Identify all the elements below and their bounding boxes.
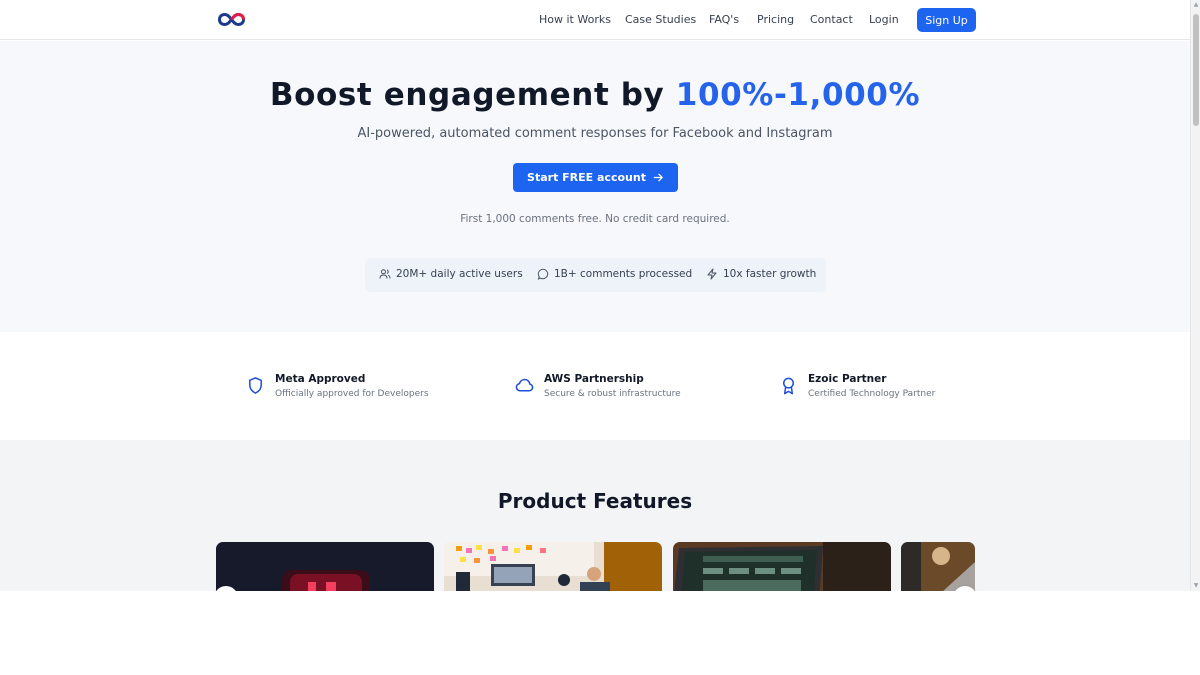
stat-item: 10x faster growth (706, 268, 816, 280)
feature-card[interactable] (901, 542, 975, 591)
award-icon (782, 377, 795, 395)
feature-image (673, 542, 891, 591)
stat-label: 1B+ comments processed (554, 268, 693, 280)
feature-image (216, 542, 434, 591)
feature-image (444, 542, 662, 591)
trust-title: Ezoic Partner (808, 373, 887, 385)
scroll-up-arrow-icon[interactable]: ▲ (1193, 2, 1199, 8)
trust-section: Meta Approved Officially approved for De… (0, 332, 1190, 440)
stats-bar: 20M+ daily active users 1B+ comments pro… (365, 258, 826, 292)
page-scrollbar[interactable]: ▲ ▼ (1190, 0, 1200, 591)
site-header: How it Works Case Studies FAQ's Pricing … (0, 0, 1190, 40)
scroll-down-arrow-icon[interactable]: ▼ (1193, 583, 1199, 589)
feature-image (901, 542, 975, 591)
nav-pricing[interactable]: Pricing (757, 13, 794, 26)
feature-card[interactable] (444, 542, 662, 591)
nav-how-it-works[interactable]: How it Works (539, 13, 611, 26)
stat-item: 20M+ daily active users (379, 268, 523, 280)
hero-title-accent: 100%-1,000% (675, 77, 921, 113)
arrow-right-icon (653, 173, 663, 182)
features-title: Product Features (497, 489, 693, 513)
nav-login[interactable]: Login (869, 13, 899, 26)
stat-item: 1B+ comments processed (537, 268, 692, 280)
feature-card[interactable] (216, 542, 434, 591)
hero-subtitle: AI-powered, automated comment responses … (357, 126, 833, 141)
infinity-logo-icon[interactable] (218, 12, 245, 27)
users-icon (379, 269, 391, 279)
trust-title: AWS Partnership (544, 373, 644, 385)
hero-note: First 1,000 comments free. No credit car… (460, 213, 730, 225)
trust-desc: Officially approved for Developers (275, 389, 429, 399)
message-circle-icon (537, 268, 549, 280)
lightning-icon (707, 268, 717, 280)
feature-card[interactable] (673, 542, 891, 591)
hero-section: Boost engagement by 100%-1,000% AI-power… (0, 41, 1190, 332)
page-viewport: How it Works Case Studies FAQ's Pricing … (0, 0, 1190, 591)
nav-case-studies[interactable]: Case Studies (625, 13, 696, 26)
hero-title: Boost engagement by 100%-1,000% (0, 77, 1190, 113)
nav-faqs[interactable]: FAQ's (709, 13, 739, 26)
trust-title: Meta Approved (275, 373, 366, 385)
cloud-icon (515, 378, 534, 392)
features-section: Product Features (0, 440, 1190, 591)
shield-icon (249, 377, 262, 394)
hero-title-main: Boost engagement by (269, 77, 665, 113)
trust-desc: Secure & robust infrastructure (544, 389, 681, 399)
stat-label: 10x faster growth (723, 268, 817, 280)
start-free-account-button[interactable]: Start FREE account (513, 163, 678, 192)
trust-desc: Certified Technology Partner (808, 389, 936, 399)
signup-button[interactable]: Sign Up (917, 8, 976, 32)
stat-label: 20M+ daily active users (396, 268, 523, 280)
scroll-thumb[interactable] (1193, 14, 1199, 126)
cta-label: Start FREE account (527, 171, 646, 184)
nav-contact[interactable]: Contact (810, 13, 853, 26)
